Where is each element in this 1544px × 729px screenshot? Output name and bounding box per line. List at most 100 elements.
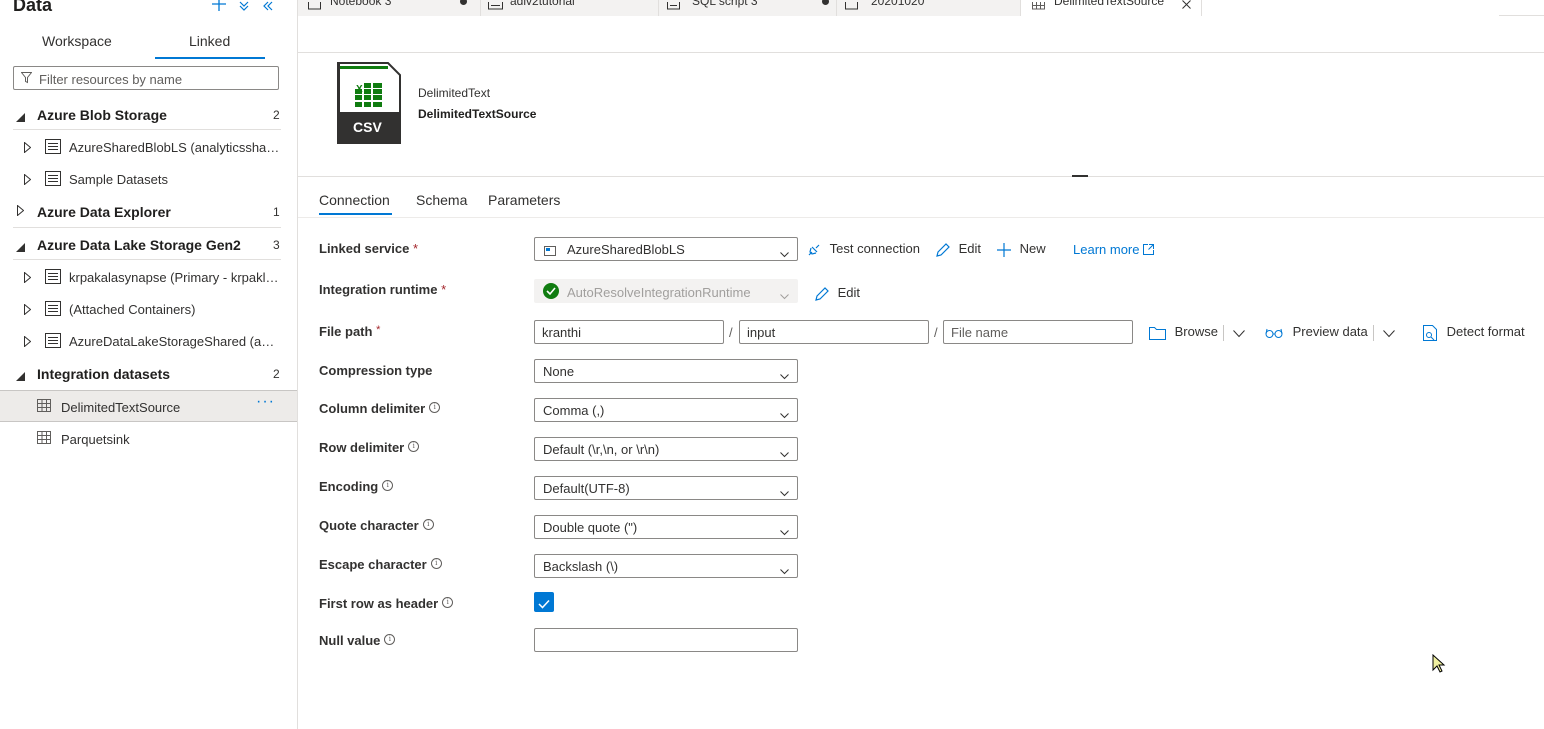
notebook-icon	[308, 0, 321, 13]
linked-service-dropdown[interactable]: AzureSharedBlobLS	[534, 237, 798, 261]
first-row-header-label: First row as header i	[319, 596, 454, 611]
tab-connection[interactable]: Connection	[319, 192, 390, 208]
item-label: AzureDataLakeStorageShared (anal...	[69, 334, 281, 349]
group-label: Azure Blob Storage	[37, 107, 167, 123]
first-row-header-checkbox[interactable]	[534, 592, 554, 612]
close-icon[interactable]	[1182, 0, 1191, 12]
filter-icon	[20, 72, 33, 87]
encoding-dropdown[interactable]: Default(UTF-8)	[534, 476, 798, 500]
doc-tab-label: adlv2tutorial	[510, 0, 575, 8]
script-icon	[488, 0, 503, 13]
chevron-down-icon	[780, 485, 789, 500]
linked-item-krpakalasynapse[interactable]: krpakalasynapse (Primary - krpakla...	[0, 262, 297, 292]
linked-item-sample-datasets[interactable]: Sample Datasets	[0, 164, 297, 194]
test-connection-button[interactable]: Test connection	[806, 241, 920, 258]
panel-resize-handle[interactable]	[1072, 175, 1088, 177]
storage-icon	[45, 301, 61, 319]
pencil-icon	[814, 285, 830, 301]
linked-item-azuresharedblobls[interactable]: AzureSharedBlobLS (analyticsshare...	[0, 132, 297, 162]
tab-schema[interactable]: Schema	[416, 192, 467, 208]
browse-chevron-down-icon[interactable]	[1233, 326, 1245, 341]
info-icon[interactable]: i	[408, 441, 420, 452]
chevron-down-icon	[780, 524, 789, 539]
item-label: krpakalasynapse (Primary - krpakla...	[69, 270, 281, 285]
compression-type-dropdown[interactable]: None	[534, 359, 798, 383]
escape-character-value: Backslash (\)	[543, 559, 619, 574]
item-label: Parquetsink	[61, 432, 130, 447]
doc-tab-label: 20201020	[871, 0, 925, 8]
doc-tab-delimitedtextsource[interactable]: DelimitedTextSource	[1021, 0, 1202, 16]
more-actions-button[interactable]: ···	[256, 393, 275, 411]
item-label: AzureSharedBlobLS (analyticsshare...	[69, 140, 281, 155]
group-azure-data-lake-storage-gen2[interactable]: Azure Data Lake Storage Gen2 3	[0, 230, 297, 260]
expand-triangle-icon	[24, 173, 32, 188]
null-value-input[interactable]	[534, 628, 798, 652]
path-separator: /	[934, 325, 938, 340]
filter-input[interactable]: Filter resources by name	[13, 66, 279, 90]
file-name-input[interactable]: File name	[943, 320, 1133, 344]
tab-workspace[interactable]: Workspace	[42, 33, 112, 49]
expand-all-icon[interactable]	[238, 0, 250, 14]
doc-tab-notebook-3[interactable]: Notebook 3	[298, 0, 481, 16]
required-mark: *	[376, 324, 381, 336]
tab-connection-indicator	[319, 213, 392, 215]
doc-tab-sql-script-3[interactable]: SQL script 3	[659, 0, 837, 16]
column-delimiter-label: Column delimiter i	[319, 401, 441, 416]
plug-icon	[806, 241, 822, 256]
container-input[interactable]: kranthi	[534, 320, 724, 344]
item-label: Sample Datasets	[69, 172, 168, 187]
column-delimiter-dropdown[interactable]: Comma (,)	[534, 398, 798, 422]
tab-parameters[interactable]: Parameters	[488, 192, 560, 208]
info-icon[interactable]: i	[430, 558, 442, 569]
integration-runtime-dropdown: AutoResolveIntegrationRuntime	[534, 279, 798, 303]
linked-item-attached-containers[interactable]: (Attached Containers)	[0, 294, 297, 324]
dataset-item-delimitedtextsource[interactable]: DelimitedTextSource ···	[0, 390, 297, 422]
collapse-panel-icon[interactable]	[262, 0, 274, 14]
group-azure-blob-storage[interactable]: Azure Blob Storage 2	[0, 100, 297, 130]
table-icon	[1032, 0, 1045, 13]
group-label: Azure Data Explorer	[37, 204, 171, 220]
new-linked-service-button[interactable]: New	[996, 241, 1046, 258]
doc-tab-adlv2tutorial[interactable]: adlv2tutorial	[481, 0, 659, 16]
info-icon[interactable]: i	[382, 480, 394, 491]
preview-chevron-down-icon[interactable]	[1383, 326, 1395, 341]
table-icon	[37, 431, 51, 447]
storage-icon	[45, 269, 61, 287]
pencil-icon	[935, 241, 951, 257]
group-count: 1	[273, 205, 280, 219]
quote-character-dropdown[interactable]: Double quote (")	[534, 515, 798, 539]
storage-icon	[45, 333, 61, 351]
plus-icon	[996, 241, 1012, 257]
folder-icon	[1149, 324, 1166, 340]
expand-triangle-icon	[24, 303, 32, 318]
group-integration-datasets[interactable]: Integration datasets 2	[0, 359, 297, 389]
info-icon[interactable]: i	[429, 402, 441, 413]
checkmark-icon	[538, 597, 550, 612]
info-icon[interactable]: i	[422, 519, 434, 530]
edit-integration-runtime-button[interactable]: Edit	[814, 285, 860, 302]
detect-format-button[interactable]: Detect format	[1423, 324, 1525, 341]
group-count: 2	[273, 108, 280, 122]
unsaved-dot-icon	[460, 0, 467, 5]
row-delimiter-dropdown[interactable]: Default (\r,\n, or \r\n)	[534, 437, 798, 461]
info-icon[interactable]: i	[384, 634, 396, 645]
storage-icon	[45, 139, 61, 157]
detect-format-icon	[1423, 324, 1437, 341]
doc-tab-20201020[interactable]: 20201020	[837, 0, 1021, 16]
tab-linked[interactable]: Linked	[189, 33, 230, 49]
edit-linked-service-button[interactable]: Edit	[935, 241, 981, 258]
encoding-label: Encoding i	[319, 479, 394, 494]
linked-item-azuredatalakestorageshared[interactable]: AzureDataLakeStorageShared (anal...	[0, 326, 297, 356]
browse-button[interactable]: Browse	[1149, 324, 1218, 340]
learn-more-link[interactable]: Learn more	[1073, 242, 1155, 257]
collapse-triangle-icon	[16, 240, 25, 255]
group-azure-data-explorer[interactable]: Azure Data Explorer 1	[0, 197, 297, 227]
dataset-item-parquetsink[interactable]: Parquetsink	[0, 423, 297, 453]
add-icon[interactable]	[212, 0, 226, 13]
pipeline-icon	[845, 0, 858, 13]
preview-data-button[interactable]: Preview data	[1265, 324, 1368, 339]
directory-input[interactable]: input	[739, 320, 929, 344]
column-delimiter-value: Comma (,)	[543, 403, 605, 418]
escape-character-dropdown[interactable]: Backslash (\)	[534, 554, 798, 578]
info-icon[interactable]: i	[442, 597, 454, 608]
